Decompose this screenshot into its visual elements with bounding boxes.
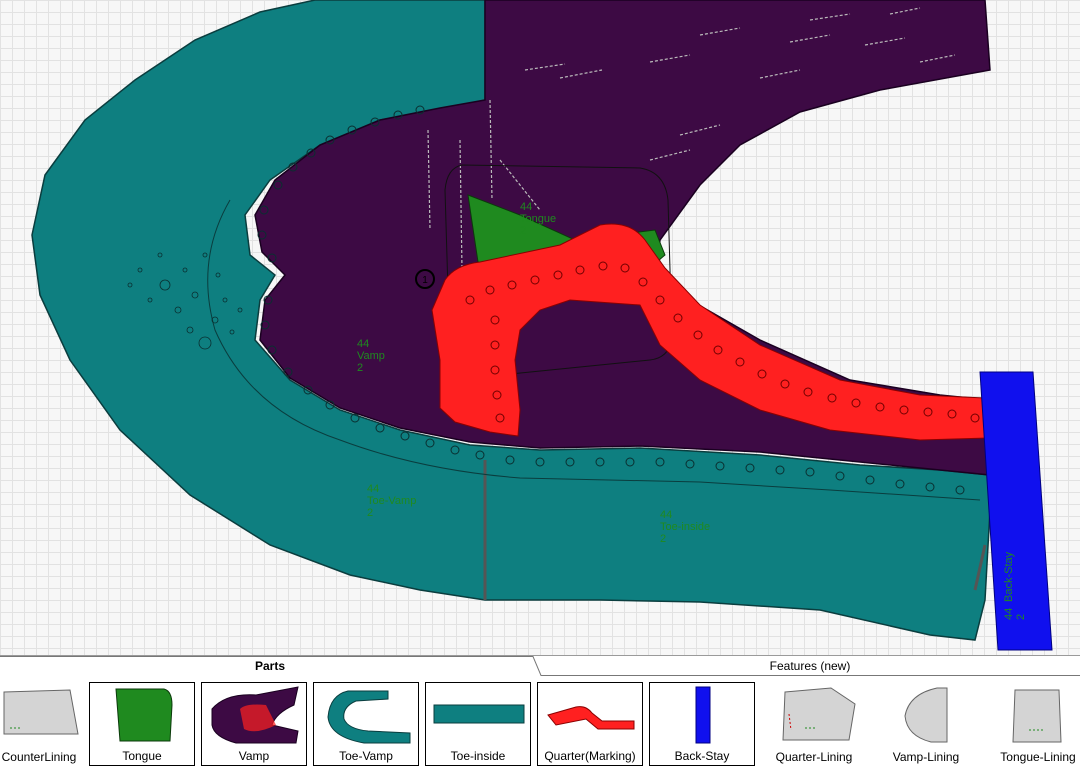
panel-tabbar: Parts Features (new) (0, 656, 1080, 676)
parts-panel: Parts Features (new) CounterLining Tongu… (0, 655, 1080, 770)
thumbnail-label: Tongue (122, 749, 162, 763)
svg-text:44: 44 (367, 483, 379, 495)
thumbnail-quarter-marking[interactable]: Quarter(Marking) (537, 682, 643, 766)
tab-parts[interactable]: Parts (0, 656, 540, 676)
toe-inside-thumbnail-image (433, 704, 525, 724)
thumbnail-tongue-lining[interactable]: Tongue-Lining (985, 682, 1080, 766)
thumbnail-label: Back-Stay (674, 749, 730, 763)
svg-text:1: 1 (422, 275, 428, 286)
svg-text:44: 44 (1003, 608, 1015, 620)
toe-vamp-thumbnail-image (327, 690, 411, 744)
svg-text:Back-Stay: Back-Stay (1003, 551, 1015, 602)
thumbnail-label: Toe-inside (450, 749, 506, 763)
thumbnail-toe-inside[interactable]: Toe-inside (425, 682, 531, 766)
quarter-thumbnail-image (547, 706, 635, 730)
thumbnail-tongue[interactable]: Tongue (89, 682, 195, 766)
quarter-lining-thumbnail-image (782, 687, 856, 741)
thumbnail-quarter-lining[interactable]: Quarter-Lining (761, 682, 867, 766)
thumbnail-counterlining[interactable]: CounterLining (0, 682, 92, 766)
thumbnail-label: Toe-Vamp (339, 749, 393, 763)
svg-text:44: 44 (660, 509, 672, 521)
pattern-canvas[interactable]: 1 44 Tongue 2 44 Vamp 2 44 Toe-Vamp 2 44… (0, 0, 1080, 655)
thumbnail-label: Vamp-Lining (892, 750, 960, 764)
svg-text:2: 2 (660, 533, 666, 545)
thumbnail-label: Vamp (238, 749, 270, 763)
thumbnail-label: Quarter(Marking) (544, 749, 636, 763)
svg-text:44: 44 (520, 201, 532, 213)
vamp-thumbnail-image (211, 686, 299, 744)
svg-text:2: 2 (520, 225, 526, 237)
thumbnail-label: Quarter-Lining (775, 750, 853, 764)
tongue-lining-thumbnail-image (1012, 689, 1062, 743)
svg-text:Toe-inside: Toe-inside (660, 521, 710, 533)
thumbnail-toe-vamp[interactable]: Toe-Vamp (313, 682, 419, 766)
tongue-thumbnail-image (115, 688, 173, 742)
counterlining-thumbnail-image (3, 689, 79, 735)
tab-features[interactable]: Features (new) (540, 656, 1080, 676)
thumbnail-vamp[interactable]: Vamp (201, 682, 307, 766)
svg-text:2: 2 (367, 507, 373, 519)
svg-text:2: 2 (357, 362, 363, 374)
svg-text:44: 44 (357, 338, 369, 350)
vamp-lining-thumbnail-image (904, 687, 948, 743)
svg-text:Vamp: Vamp (357, 350, 385, 362)
thumbnail-back-stay[interactable]: Back-Stay (649, 682, 755, 766)
svg-text:Toe-Vamp: Toe-Vamp (367, 495, 416, 507)
back-stay-thumbnail-image (695, 686, 711, 744)
back-stay-part[interactable] (979, 371, 1053, 651)
thumbnail-label: Tongue-Lining (1000, 750, 1076, 764)
thumbnail-vamp-lining[interactable]: Vamp-Lining (873, 682, 979, 766)
svg-text:Tongue: Tongue (520, 213, 556, 225)
svg-text:2: 2 (1015, 614, 1027, 620)
